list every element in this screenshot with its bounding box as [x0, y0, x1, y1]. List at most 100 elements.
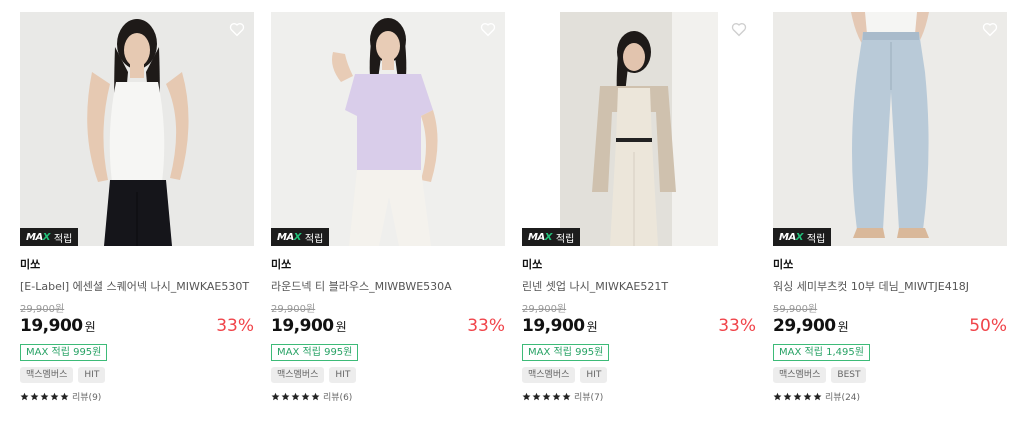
rating-row: 리뷰(6): [271, 390, 505, 403]
max-point-label: MAX 적립 995원: [271, 344, 359, 361]
product-image[interactable]: MAX 적립: [20, 12, 254, 246]
max-logo: MAX: [26, 231, 50, 243]
star-icon: [60, 392, 69, 401]
star-icon: [773, 392, 782, 401]
star-icon: [40, 392, 49, 401]
max-point-badge: MAX 적립: [773, 228, 832, 246]
max-logo: MAX: [277, 231, 301, 243]
product-name[interactable]: 라운드넥 티 블라우스_MIWBWE530A: [271, 278, 505, 294]
star-icon: [803, 392, 812, 401]
heart-outline-icon[interactable]: [730, 20, 748, 38]
rating-row: 리뷰(9): [20, 390, 254, 403]
price-row: 19,900 원 33%: [271, 316, 505, 338]
max-point-label: MAX 적립 995원: [522, 344, 610, 361]
discount-rate: 50%: [969, 316, 1007, 336]
rating-row: 리뷰(7): [522, 390, 756, 403]
tag-hit: HIT: [78, 367, 106, 383]
star-icon: [50, 392, 59, 401]
max-badge-label: 적립: [304, 233, 324, 245]
discount-rate: 33%: [467, 316, 505, 336]
max-point-label: MAX 적립 995원: [20, 344, 108, 361]
star-icon: [783, 392, 792, 401]
heart-outline-icon[interactable]: [981, 20, 999, 38]
heart-outline-icon[interactable]: [479, 20, 497, 38]
max-logo: MAX: [528, 231, 552, 243]
star-rating: [271, 392, 320, 401]
brand-name[interactable]: 미쏘: [522, 256, 756, 272]
max-badge-label: 적립: [806, 233, 826, 245]
star-icon: [552, 392, 561, 401]
product-photo: [271, 12, 505, 246]
product-image[interactable]: MAX 적립: [773, 12, 1007, 246]
product-photo: [522, 12, 756, 246]
review-count[interactable]: 리뷰(9): [72, 390, 101, 403]
tag-membership: 맥스멤버스: [522, 367, 576, 383]
price-row: 19,900 원 33%: [20, 316, 254, 338]
max-point-label: MAX 적립 1,495원: [773, 344, 870, 361]
tag-membership: 맥스멤버스: [20, 367, 74, 383]
discount-rate: 33%: [216, 316, 254, 336]
sale-price: 19,900 원: [271, 316, 347, 336]
product-name[interactable]: 워싱 세미부츠컷 10부 데님_MIWTJE418J: [773, 278, 1007, 294]
max-point-badge: MAX 적립: [271, 228, 330, 246]
star-icon: [271, 392, 280, 401]
tag-best: BEST: [831, 367, 867, 383]
product-card[interactable]: MAX 적립 미쏘 워싱 세미부츠컷 10부 데님_MIWTJE418J 59,…: [773, 12, 1007, 403]
star-rating: [20, 392, 69, 401]
product-name[interactable]: 린넨 셋업 나시_MIWKAE521T: [522, 278, 756, 294]
product-card[interactable]: MAX 적립 미쏘 라운드넥 티 블라우스_MIWBWE530A 29,900원…: [271, 12, 505, 403]
star-icon: [813, 392, 822, 401]
product-card[interactable]: MAX 적립 미쏘 [E-Label] 에센셜 스퀘어넥 나시_MIWKAE53…: [20, 12, 254, 403]
star-icon: [311, 392, 320, 401]
brand-name[interactable]: 미쏘: [773, 256, 1007, 272]
rating-row: 리뷰(24): [773, 390, 1007, 403]
discount-rate: 33%: [718, 316, 756, 336]
star-icon: [522, 392, 531, 401]
product-name[interactable]: [E-Label] 에센셜 스퀘어넥 나시_MIWKAE530T: [20, 278, 254, 294]
star-icon: [301, 392, 310, 401]
original-price: 29,900원: [271, 304, 316, 315]
star-rating: [773, 392, 822, 401]
max-logo: MAX: [779, 231, 803, 243]
original-price: 59,900원: [773, 304, 818, 315]
tag-list: 맥스멤버스 HIT: [20, 367, 254, 383]
tag-list: 맥스멤버스 HIT: [522, 367, 756, 383]
product-photo: [773, 12, 1007, 246]
product-card[interactable]: MAX 적립 미쏘 린넨 셋업 나시_MIWKAE521T 29,900원 19…: [522, 12, 756, 403]
brand-name[interactable]: 미쏘: [20, 256, 254, 272]
tag-list: 맥스멤버스 BEST: [773, 367, 1007, 383]
tag-hit: HIT: [329, 367, 357, 383]
max-badge-label: 적립: [555, 233, 575, 245]
sale-price: 29,900 원: [773, 316, 849, 336]
review-count[interactable]: 리뷰(7): [574, 390, 603, 403]
review-count[interactable]: 리뷰(6): [323, 390, 352, 403]
original-price: 29,900원: [20, 304, 65, 315]
sale-price: 19,900 원: [20, 316, 96, 336]
star-icon: [281, 392, 290, 401]
star-icon: [562, 392, 571, 401]
heart-outline-icon[interactable]: [228, 20, 246, 38]
tag-membership: 맥스멤버스: [773, 367, 827, 383]
star-rating: [522, 392, 571, 401]
star-icon: [532, 392, 541, 401]
star-icon: [542, 392, 551, 401]
sale-price: 19,900 원: [522, 316, 598, 336]
original-price: 29,900원: [522, 304, 567, 315]
star-icon: [291, 392, 300, 401]
product-image[interactable]: MAX 적립: [522, 12, 756, 246]
product-photo: [20, 12, 254, 246]
review-count[interactable]: 리뷰(24): [825, 390, 860, 403]
tag-list: 맥스멤버스 HIT: [271, 367, 505, 383]
price-row: 19,900 원 33%: [522, 316, 756, 338]
tag-membership: 맥스멤버스: [271, 367, 325, 383]
product-grid: MAX 적립 미쏘 [E-Label] 에센셜 스퀘어넥 나시_MIWKAE53…: [0, 0, 1024, 426]
brand-name[interactable]: 미쏘: [271, 256, 505, 272]
max-badge-label: 적립: [53, 233, 73, 245]
price-row: 29,900 원 50%: [773, 316, 1007, 338]
max-point-badge: MAX 적립: [522, 228, 581, 246]
star-icon: [20, 392, 29, 401]
max-point-badge: MAX 적립: [20, 228, 79, 246]
tag-hit: HIT: [580, 367, 608, 383]
star-icon: [30, 392, 39, 401]
product-image[interactable]: MAX 적립: [271, 12, 505, 246]
